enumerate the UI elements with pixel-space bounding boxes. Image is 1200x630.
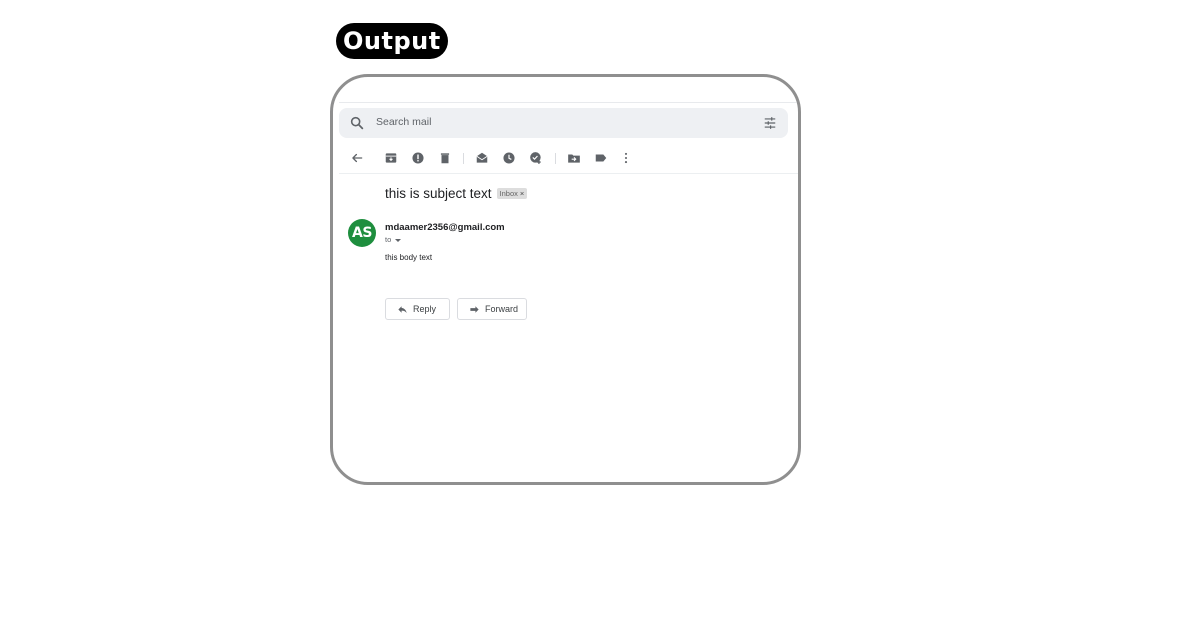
reply-label: Reply bbox=[413, 304, 437, 314]
back-icon[interactable] bbox=[350, 151, 364, 165]
toolbar-separator bbox=[463, 153, 464, 164]
remove-label-icon[interactable]: × bbox=[520, 189, 524, 198]
email-body: this body text bbox=[385, 253, 433, 262]
label-chip-text: Inbox bbox=[499, 189, 518, 199]
search-bar[interactable]: Search mail bbox=[339, 108, 788, 138]
more-options-icon[interactable] bbox=[619, 151, 633, 165]
move-to-icon[interactable] bbox=[567, 151, 581, 165]
avatar[interactable]: AS bbox=[348, 219, 376, 247]
inbox-label-chip[interactable]: Inbox × bbox=[496, 188, 528, 200]
forward-icon bbox=[470, 306, 479, 313]
search-icon[interactable] bbox=[349, 115, 365, 131]
archive-icon[interactable] bbox=[384, 151, 398, 165]
forward-button[interactable]: Forward bbox=[457, 298, 527, 320]
search-options-icon[interactable] bbox=[763, 116, 777, 130]
sender-email: mdaamer2356@gmail.com bbox=[385, 222, 505, 233]
add-to-tasks-icon[interactable] bbox=[529, 151, 543, 165]
recipient-details-toggle[interactable]: to bbox=[385, 235, 402, 244]
forward-label: Forward bbox=[485, 304, 519, 314]
chevron-down-icon[interactable] bbox=[395, 238, 402, 242]
label-icon[interactable] bbox=[594, 151, 608, 165]
mail-view: Search mail this is subject text Inbox ×… bbox=[333, 77, 798, 482]
mark-unread-icon[interactable] bbox=[475, 151, 489, 165]
subject-row: this is subject text Inbox × bbox=[385, 185, 528, 205]
output-badge: Output bbox=[336, 23, 448, 59]
header-divider bbox=[339, 102, 798, 103]
device-frame: Search mail this is subject text Inbox ×… bbox=[330, 74, 801, 485]
reply-button[interactable]: Reply bbox=[385, 298, 450, 320]
delete-icon[interactable] bbox=[438, 151, 452, 165]
message-toolbar bbox=[333, 143, 798, 173]
snooze-icon[interactable] bbox=[502, 151, 516, 165]
email-subject: this is subject text bbox=[385, 186, 492, 202]
reply-icon bbox=[398, 306, 407, 313]
search-input[interactable]: Search mail bbox=[376, 116, 431, 128]
to-label: to bbox=[385, 235, 392, 244]
toolbar-separator bbox=[555, 153, 556, 164]
report-spam-icon[interactable] bbox=[411, 151, 425, 165]
toolbar-divider bbox=[339, 173, 798, 174]
